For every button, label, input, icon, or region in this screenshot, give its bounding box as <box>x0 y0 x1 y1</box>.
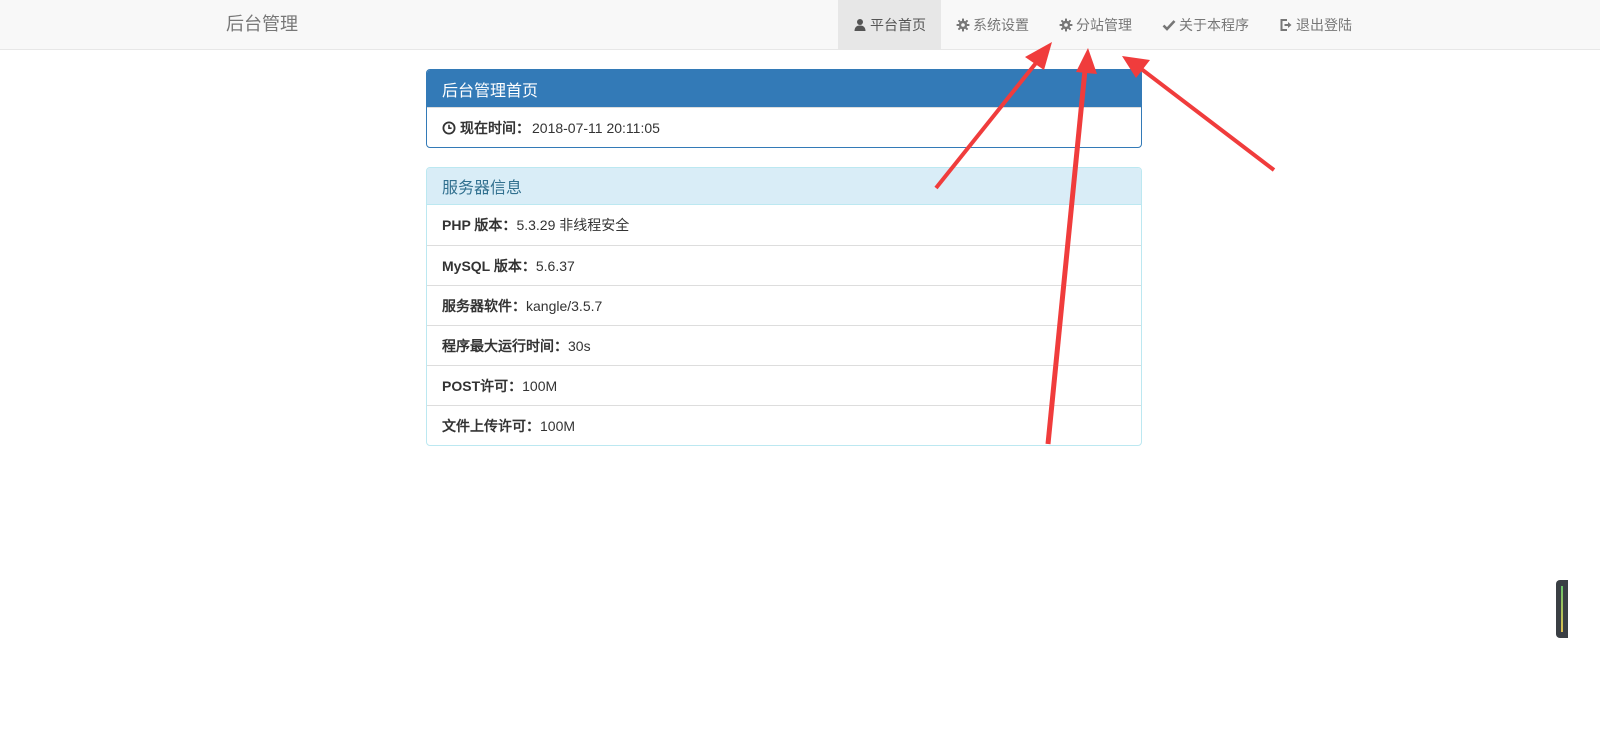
server-info-panel: 服务器信息 PHP 版本： 5.3.29 非线程安全 MySQL 版本： 5.6… <box>426 167 1142 446</box>
nav-item-label: 平台首页 <box>870 16 926 33</box>
list-item: 文件上传许可： 100M <box>427 405 1141 445</box>
info-value: 100M <box>540 417 576 434</box>
info-value: kangle/3.5.7 <box>526 297 603 314</box>
gear-icon <box>1059 18 1073 32</box>
nav-item-label: 系统设置 <box>973 16 1029 33</box>
info-label: 服务器软件： <box>442 297 526 314</box>
home-panel-title: 后台管理首页 <box>427 70 1141 107</box>
list-item: PHP 版本： 5.3.29 非线程安全 <box>427 205 1141 245</box>
nav-item-home[interactable]: 平台首页 <box>838 0 941 49</box>
check-icon <box>1162 18 1176 32</box>
list-item: MySQL 版本： 5.6.37 <box>427 245 1141 285</box>
user-icon <box>853 18 867 32</box>
info-label: MySQL 版本： <box>442 257 536 274</box>
server-info-list: PHP 版本： 5.3.29 非线程安全 MySQL 版本： 5.6.37 服务… <box>427 205 1141 445</box>
nav-item-about[interactable]: 关于本程序 <box>1147 0 1264 49</box>
list-item: 程序最大运行时间： 30s <box>427 325 1141 365</box>
nav-item-system-settings[interactable]: 系统设置 <box>941 0 1044 49</box>
time-label: 现在时间： <box>460 119 530 136</box>
info-label: POST许可： <box>442 377 523 394</box>
nav-item-label: 关于本程序 <box>1179 16 1249 33</box>
time-value: 2018-07-11 20:11:05 <box>532 119 660 136</box>
logout-icon <box>1279 18 1293 32</box>
nav-item-label: 退出登陆 <box>1296 16 1352 33</box>
info-value: 5.3.29 非线程安全 <box>516 217 630 233</box>
info-value: 100M <box>522 377 558 394</box>
side-floating-widget[interactable] <box>1556 580 1568 638</box>
info-label: 程序最大运行时间： <box>442 337 568 354</box>
side-widget-bar <box>1561 586 1563 632</box>
main-nav: 平台首页 系统设置 分站管理 关于本程序 退出登陆 <box>838 0 1367 49</box>
top-navbar: 后台管理 平台首页 系统设置 分站管理 关于本程序 退出登陆 <box>0 0 1600 50</box>
annotation-arrow <box>1138 66 1276 172</box>
list-item: POST许可： 100M <box>427 365 1141 405</box>
info-label: 文件上传许可： <box>442 417 540 434</box>
info-label: PHP 版本： <box>442 217 517 233</box>
gear-icon <box>956 18 970 32</box>
info-value: 30s <box>568 337 591 354</box>
info-value: 5.6.37 <box>535 257 575 274</box>
home-panel: 后台管理首页 现在时间： 2018-07-11 20:11:05 <box>426 69 1142 148</box>
brand-title[interactable]: 后台管理 <box>226 14 298 34</box>
list-item: 服务器软件： kangle/3.5.7 <box>427 285 1141 325</box>
clock-icon <box>442 121 456 135</box>
current-time-row: 现在时间： 2018-07-11 20:11:05 <box>427 107 1141 147</box>
nav-item-logout[interactable]: 退出登陆 <box>1264 0 1367 49</box>
server-info-title: 服务器信息 <box>427 168 1141 205</box>
nav-item-label: 分站管理 <box>1076 16 1132 33</box>
nav-item-substation[interactable]: 分站管理 <box>1044 0 1147 49</box>
